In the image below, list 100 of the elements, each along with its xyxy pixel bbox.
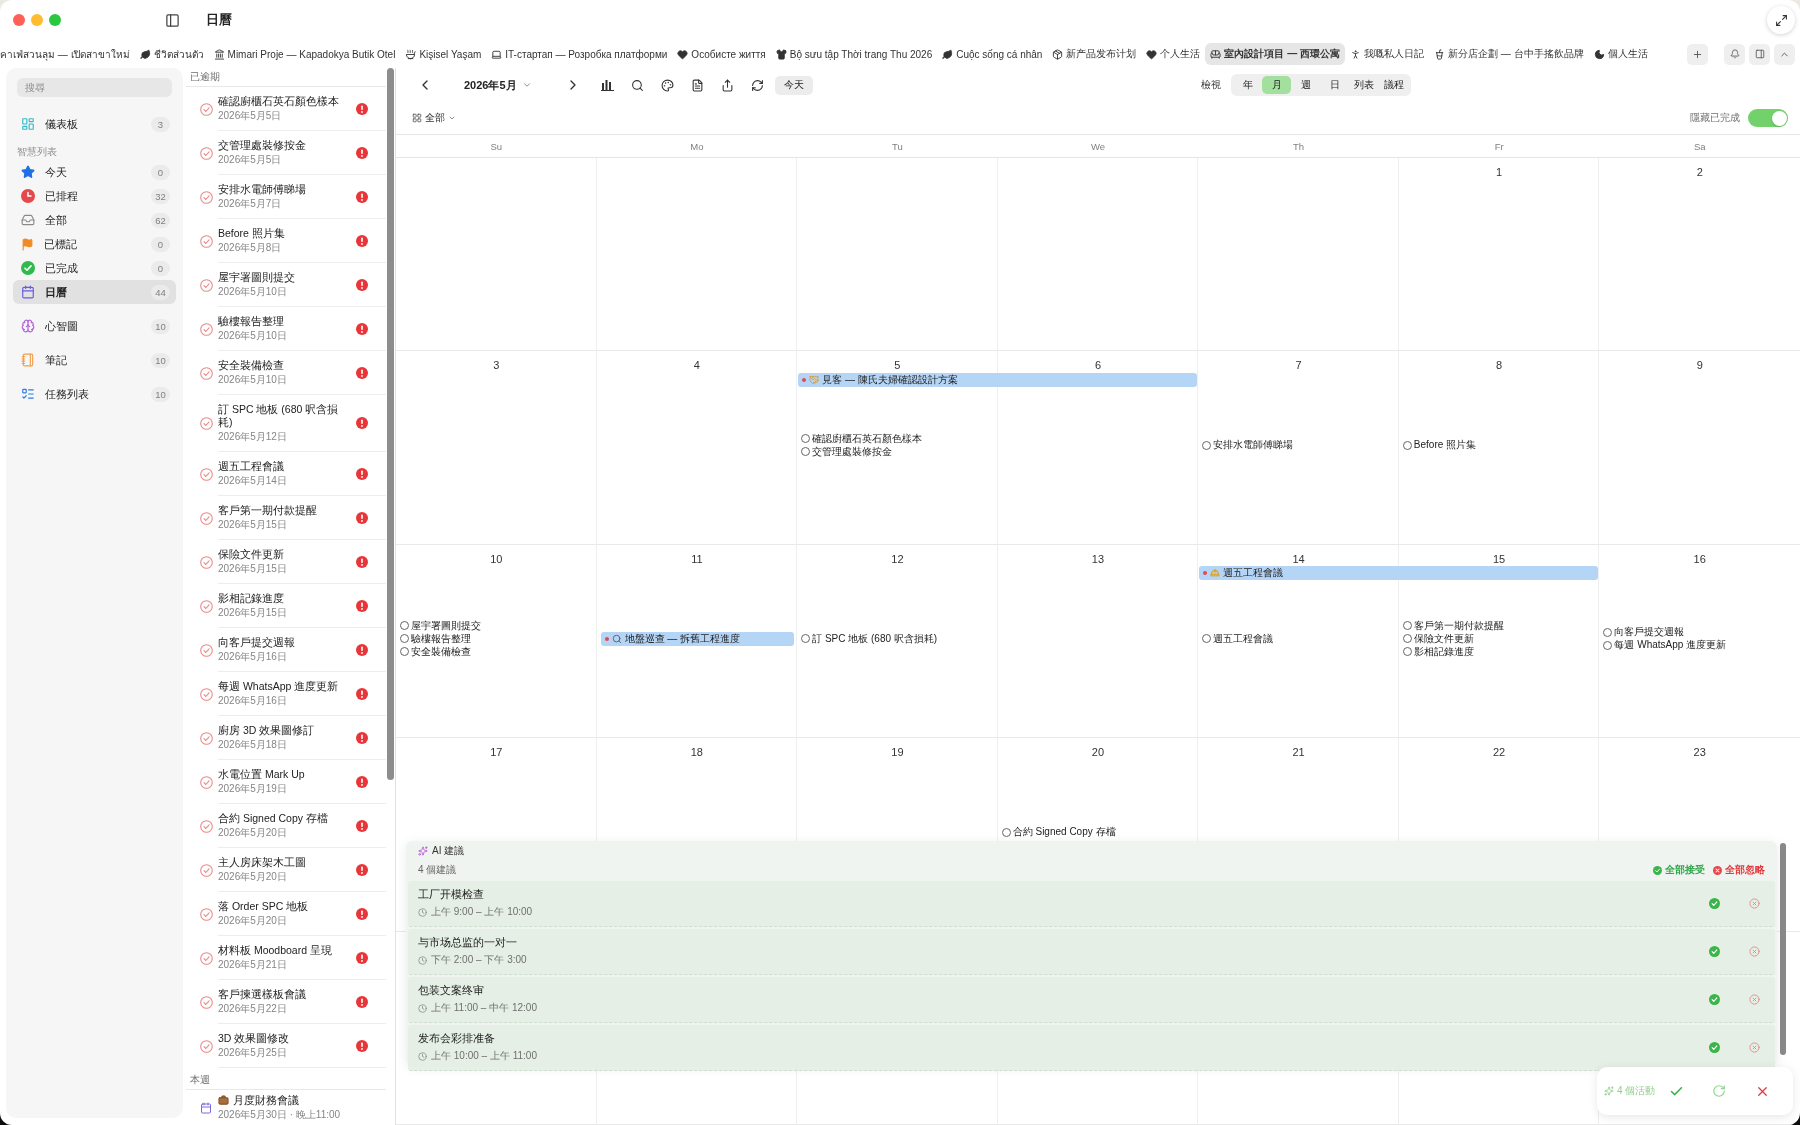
tab[interactable]: 我嘅私人日記 (1344, 43, 1429, 65)
sidebar-item[interactable]: 今天 0 (13, 160, 176, 184)
sidebar-item[interactable]: 已標記 0 (13, 232, 176, 256)
view-option[interactable]: 月 (1262, 76, 1292, 94)
sidebar-item[interactable]: 筆記 10 (13, 348, 176, 372)
sidebar-item[interactable]: 心智圖 10 (13, 314, 176, 338)
task-checkbox[interactable] (400, 621, 409, 631)
task-checkbox[interactable] (200, 1039, 213, 1053)
dismiss-button[interactable] (1747, 944, 1761, 959)
task-checkbox[interactable] (200, 102, 213, 116)
task-checkbox[interactable] (200, 775, 213, 789)
toggle-switch[interactable] (1748, 109, 1788, 127)
tab[interactable]: คาเฟ่สวนลุม — เปิดสาขาใหม่ (0, 43, 135, 65)
task-checkbox[interactable] (200, 467, 213, 481)
task-checkbox[interactable] (200, 819, 213, 833)
today-button[interactable]: 今天 (774, 75, 813, 95)
view-option[interactable]: 年 (1233, 76, 1263, 94)
task-checkbox[interactable] (1603, 640, 1613, 650)
task-checkbox[interactable] (801, 634, 811, 644)
task-checkbox[interactable] (1202, 440, 1212, 450)
task-checkbox[interactable] (200, 951, 213, 965)
search-field[interactable]: 搜尋 (17, 78, 172, 97)
task-checkbox[interactable] (200, 687, 213, 701)
dismiss-button[interactable] (1747, 1040, 1761, 1055)
task-checkbox[interactable] (1001, 827, 1011, 837)
task-checkbox[interactable] (1603, 627, 1613, 637)
task-checkbox[interactable] (200, 511, 213, 525)
expand-button[interactable] (1767, 6, 1795, 34)
accept-button[interactable] (1707, 1040, 1721, 1055)
dismiss-all-button[interactable]: 全部忽略 (1713, 863, 1765, 877)
tab[interactable]: ชีวิตส่วนตัว (134, 43, 209, 65)
view-option[interactable]: 日 (1320, 76, 1350, 94)
task-checkbox[interactable] (200, 322, 213, 336)
event-bar[interactable]: 見客 — 陳氏夫婦確認設計方案 (798, 372, 1198, 387)
view-option[interactable]: 列表 (1349, 76, 1380, 94)
accept-button[interactable] (1707, 944, 1721, 959)
filter-button[interactable]: 全部 (412, 111, 456, 125)
zoom-button[interactable] (49, 14, 61, 26)
accept-button[interactable] (1707, 896, 1721, 911)
sidebar-item[interactable]: 已排程 32 (13, 184, 176, 208)
sidebar-item[interactable]: 全部 62 (13, 208, 176, 232)
dismiss-button[interactable] (1747, 896, 1761, 911)
tab[interactable]: 新分店企劃 — 台中手搖飲品牌 (1428, 43, 1589, 65)
accept-button[interactable] (1707, 992, 1721, 1007)
tab[interactable]: Cuộc sống cá nhân (937, 43, 1048, 65)
task-checkbox[interactable] (801, 434, 811, 444)
panel-button[interactable] (1749, 43, 1770, 65)
view-option[interactable]: 議程 (1379, 76, 1410, 94)
tab[interactable]: Особисте життя (672, 43, 771, 65)
tab[interactable]: Kişisel Yaşam (400, 43, 487, 65)
bowl-icon (405, 48, 417, 60)
task-checkbox[interactable] (200, 907, 213, 921)
task-checkbox[interactable] (200, 234, 213, 248)
task-checkbox[interactable] (1402, 647, 1412, 657)
task-checkbox[interactable] (200, 731, 213, 745)
dismiss-button[interactable] (1747, 992, 1761, 1007)
collapse-button[interactable] (1774, 43, 1795, 65)
minimize-button[interactable] (31, 14, 43, 26)
task-checkbox[interactable] (200, 366, 213, 380)
task-checkbox[interactable] (801, 447, 811, 457)
event-bar[interactable]: 週五工程會議 (1199, 566, 1599, 581)
task-checkbox[interactable] (200, 278, 213, 292)
event-bar[interactable]: 地盤巡查 — 拆舊工程進度 (600, 631, 795, 646)
tab[interactable]: 新产品发布计划 (1047, 43, 1142, 65)
sidebar-item[interactable]: 儀表板 3 (13, 112, 176, 136)
task-checkbox[interactable] (1402, 440, 1412, 450)
task-checkbox[interactable] (200, 643, 213, 657)
tab[interactable]: Bộ sưu tập Thời trang Thu 2026 (770, 43, 938, 65)
task-checkbox[interactable] (1402, 634, 1412, 644)
task-date: 2026年5月16日 (218, 651, 288, 663)
tab[interactable]: Mimari Proje — Kapadokya Butik Otel (208, 43, 401, 65)
tab[interactable]: 个人生活 (1141, 43, 1206, 65)
notifications-button[interactable] (1724, 43, 1745, 65)
tab[interactable]: IT-стартап — Розробка платформи (486, 43, 673, 65)
scrollbar[interactable] (1780, 843, 1786, 1055)
check-circle-icon (1708, 1042, 1720, 1053)
task-checkbox[interactable] (400, 647, 409, 657)
tab[interactable]: 室內設計項目 — 西環公寓 (1205, 43, 1345, 65)
task-checkbox[interactable] (200, 555, 213, 569)
task-checkbox[interactable] (200, 863, 213, 877)
task-checkbox[interactable] (1402, 621, 1412, 631)
new-tab-button[interactable] (1687, 43, 1708, 65)
task-checkbox[interactable] (200, 599, 213, 613)
view-option[interactable]: 週 (1291, 76, 1321, 94)
clock-icon (418, 955, 427, 965)
sidebar-item[interactable]: 日曆 44 (13, 280, 176, 304)
laptop-icon (491, 48, 503, 60)
sidebar-item[interactable]: 任務列表 10 (13, 382, 176, 406)
month-picker[interactable]: 2026年5月 (464, 77, 532, 93)
suggestion-time: 下午 2:00 – 下午 3:00 (431, 953, 527, 967)
tab[interactable]: 個人生活 (1588, 43, 1653, 65)
task-checkbox[interactable] (1202, 634, 1212, 644)
task-checkbox[interactable] (200, 190, 213, 204)
task-checkbox[interactable] (400, 634, 409, 644)
scrollbar[interactable] (387, 68, 394, 780)
task-checkbox[interactable] (200, 417, 213, 430)
task-checkbox[interactable] (200, 995, 213, 1009)
close-button[interactable] (13, 14, 25, 26)
task-checkbox[interactable] (200, 146, 213, 160)
sidebar-item[interactable]: 已完成 0 (13, 256, 176, 280)
